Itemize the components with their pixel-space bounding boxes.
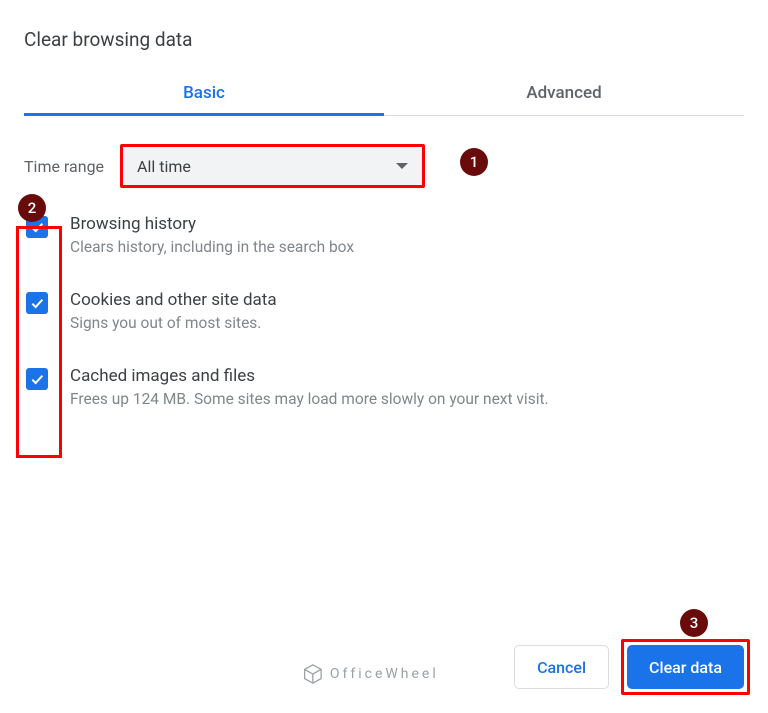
time-range-value: All time (137, 157, 191, 176)
option-browsing-history: Browsing history Clears history, includi… (24, 214, 744, 256)
checkbox-cached[interactable] (26, 368, 48, 390)
time-range-label: Time range (24, 157, 104, 176)
option-text: Browsing history Clears history, includi… (70, 214, 354, 256)
clear-data-button[interactable]: Clear data (627, 645, 744, 689)
option-desc: Clears history, including in the search … (70, 238, 354, 256)
button-label: Clear data (649, 658, 722, 677)
option-title: Cached images and files (70, 366, 549, 386)
tabs: Basic Advanced (24, 69, 744, 116)
time-range-dropdown[interactable]: All time (120, 144, 425, 188)
clear-browsing-data-dialog: Clear browsing data Basic Advanced Time … (0, 0, 768, 408)
check-icon (29, 219, 45, 235)
option-text: Cached images and files Frees up 124 MB.… (70, 366, 549, 408)
option-text: Cookies and other site data Signs you ou… (70, 290, 277, 332)
option-cached: Cached images and files Frees up 124 MB.… (24, 366, 744, 408)
annotation-badge-3: 3 (680, 609, 708, 637)
tab-basic[interactable]: Basic (24, 69, 384, 115)
button-label: Cancel (537, 658, 586, 677)
option-title: Cookies and other site data (70, 290, 277, 310)
options-list: Browsing history Clears history, includi… (24, 214, 744, 408)
check-icon (29, 371, 45, 387)
annotation-box-2 (16, 226, 62, 458)
annotation-box-3: Clear data (621, 639, 750, 695)
tab-label: Basic (183, 83, 225, 103)
dialog-title: Clear browsing data (24, 28, 744, 51)
option-title: Browsing history (70, 214, 354, 234)
time-range-row: Time range All time (24, 144, 744, 188)
option-desc: Signs you out of most sites. (70, 314, 277, 332)
dialog-footer: Cancel Clear data (18, 639, 750, 695)
chevron-down-icon (396, 163, 408, 169)
check-icon (29, 295, 45, 311)
cancel-button[interactable]: Cancel (514, 645, 609, 689)
option-cookies: Cookies and other site data Signs you ou… (24, 290, 744, 332)
checkbox-cookies[interactable] (26, 292, 48, 314)
tab-advanced[interactable]: Advanced (384, 69, 744, 115)
tab-label: Advanced (526, 83, 601, 103)
option-desc: Frees up 124 MB. Some sites may load mor… (70, 390, 549, 408)
checkbox-browsing-history[interactable] (26, 216, 48, 238)
